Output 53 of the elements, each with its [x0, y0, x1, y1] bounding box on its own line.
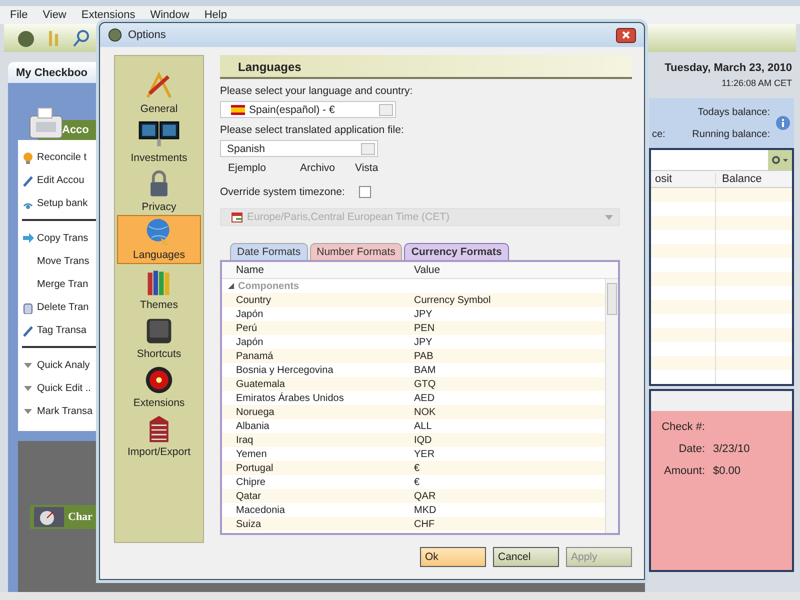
table-cell-text: JPY — [414, 308, 434, 320]
table-cell-text: Yemen — [235, 448, 268, 460]
table-cell-text: Perú — [235, 322, 258, 334]
table-cell-text: YER — [414, 448, 436, 460]
section-heading: Languages — [220, 55, 632, 79]
table-cell-text: € — [414, 462, 421, 474]
table-cell-text: QAR — [414, 490, 437, 502]
table-cell-text: Chipre — [235, 476, 266, 488]
balance-label: ce: — [652, 128, 666, 140]
field-label: Please select your language and country: — [220, 85, 414, 97]
column-label: Ejemplo — [228, 162, 267, 174]
table-cell-text: Japón — [235, 308, 264, 320]
table-cell-text: Emiratos Árabes Unidos — [235, 392, 345, 404]
column-label: Vista — [355, 162, 378, 174]
table-cell-text: Suiza — [235, 518, 262, 530]
table-cell-text: Country — [235, 294, 272, 306]
date-text: Tuesday, March 23, 2010 — [664, 62, 792, 74]
table-cell-text: NOK — [414, 406, 437, 418]
group-header: Components — [238, 280, 300, 292]
table-cell-text: PAB — [414, 350, 434, 362]
table-cell-text: PEN — [414, 322, 436, 334]
field-label: Date: — [678, 443, 705, 455]
balance-label: Running balance: — [692, 128, 770, 140]
table-cell-text: GTQ — [414, 378, 437, 390]
column-label: Archivo — [300, 162, 336, 174]
table-cell-text: Qatar — [235, 490, 262, 502]
table-cell-text: MKD — [414, 504, 438, 516]
table-cell-text: Portugal — [235, 462, 274, 474]
table-cell-text: IQD — [414, 434, 433, 446]
time-text: 11:26:08 AM CET — [720, 78, 792, 88]
field-label: Please select translated application file: — [220, 124, 405, 136]
field-value: 3/23/10 — [713, 443, 750, 455]
table-cell-text: BAM — [414, 364, 437, 376]
field-label: Check #: — [660, 421, 705, 433]
field-label: Override system timezone: — [220, 186, 345, 198]
balance-label: Todays balance: — [698, 106, 770, 118]
table-cell-text: Guatemala — [235, 378, 286, 390]
table-cell-text: AED — [414, 392, 436, 404]
table-cell-text: Japón — [235, 336, 264, 348]
dialog-title: Options — [128, 29, 167, 41]
table-cell-text: Panamá — [235, 350, 274, 362]
field-label: Amount: — [663, 465, 705, 477]
table-cell-text: Currency Symbol — [414, 294, 492, 306]
table-cell-text: Noruega — [235, 406, 276, 418]
table-cell-text: ALL — [414, 420, 433, 432]
table-cell-text: CHF — [414, 518, 436, 530]
field-value: $0.00 — [713, 465, 741, 477]
table-cell-text: Iraq — [235, 434, 254, 446]
table-cell-text: € — [414, 476, 421, 488]
table-cell-text: JPY — [414, 336, 434, 348]
table-cell-text: Macedonia — [235, 504, 286, 516]
table-cell-text: Albania — [235, 420, 270, 432]
table-cell-text: Bosnia y Hercegovina — [235, 364, 334, 376]
